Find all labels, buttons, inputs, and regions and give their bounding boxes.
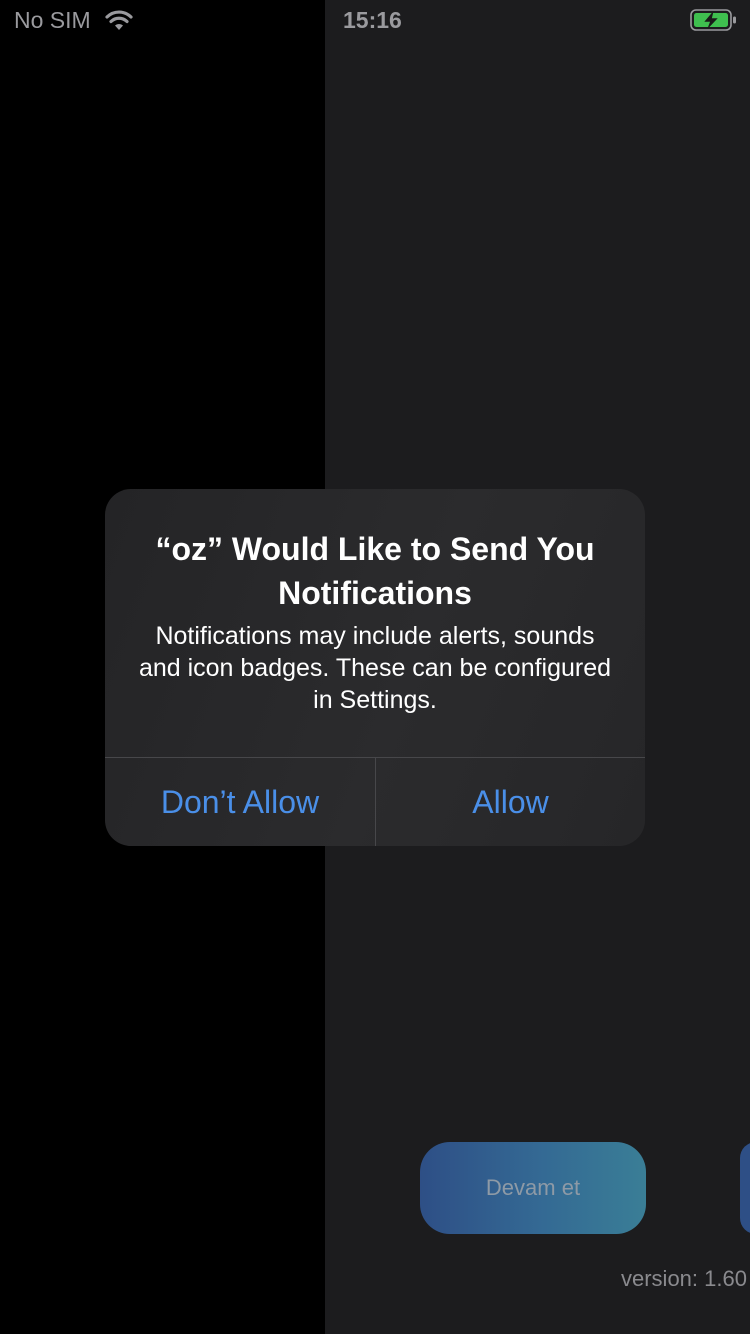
carrier-label: No SIM: [14, 7, 91, 33]
clock: 15:16: [343, 7, 402, 33]
screen: No SIM 15:16 “oz” Would Like to Send You…: [0, 0, 750, 1334]
wifi-icon: [105, 10, 133, 30]
version-label: version: 1.60: [621, 1266, 747, 1291]
notification-permission-alert: “oz” Would Like to Send You Notification…: [105, 489, 645, 846]
battery-charging-icon: [690, 9, 736, 31]
alert-title: “oz” Would Like to Send You Notification…: [155, 531, 595, 611]
dont-allow-button[interactable]: Don’t Allow: [105, 758, 375, 846]
status-bar: No SIM 15:16: [0, 0, 750, 40]
continue-button-label: Devam et: [485, 1175, 581, 1200]
continue-button[interactable]: Devam et: [420, 1142, 646, 1234]
alert-message: Notifications may include alerts, sounds…: [138, 622, 612, 714]
secondary-button-edge[interactable]: [740, 1142, 750, 1234]
allow-button[interactable]: Allow: [376, 758, 645, 846]
